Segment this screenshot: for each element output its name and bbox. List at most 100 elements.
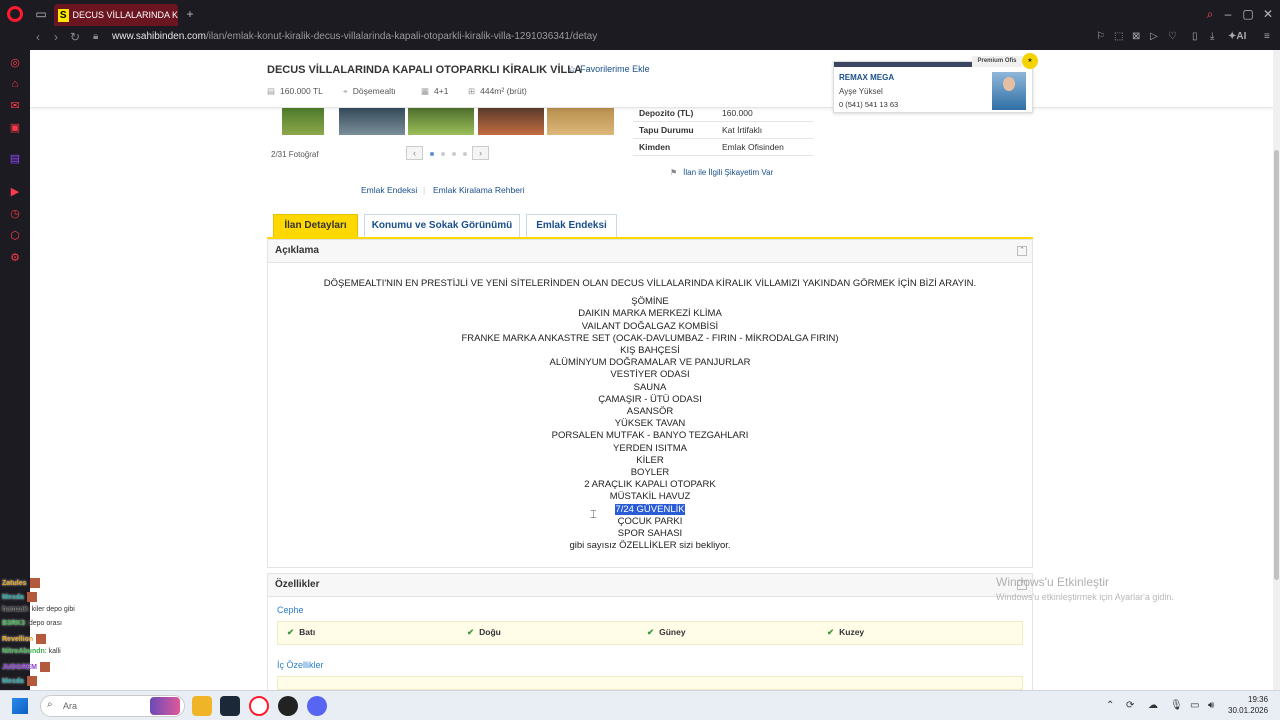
tray-cloud-icon[interactable]: ☁ xyxy=(1148,700,1158,711)
agent-phone[interactable]: 0 (541) 541 13 63 xyxy=(839,100,898,109)
tab-title: DECUS VİLLALARINDA KAPALI xyxy=(72,10,178,20)
detail-divider xyxy=(633,155,813,156)
gallery-dot[interactable] xyxy=(452,152,456,156)
microphone-icon[interactable]: 🎙︎ xyxy=(1170,700,1183,711)
reload-icon[interactable]: ↻ xyxy=(70,30,80,44)
description-line: KIŞ BAHÇESİ xyxy=(268,345,1032,357)
chat-emote-icon xyxy=(29,578,40,588)
gallery-thumbnail[interactable] xyxy=(408,108,474,135)
settings-gear-icon[interactable]: ⚙ xyxy=(8,251,22,265)
tab-islands-icon[interactable]: ▭ xyxy=(33,6,49,22)
close-icon[interactable]: ✕ xyxy=(1260,6,1276,22)
scrollbar-thumb[interactable] xyxy=(1274,150,1279,580)
windows-start-icon[interactable] xyxy=(12,698,28,714)
chat-text: : depo orası xyxy=(24,620,62,627)
description-line: SAUNA xyxy=(268,382,1032,394)
discord-icon[interactable] xyxy=(307,696,327,716)
description-header: Açıklama ⌃ xyxy=(268,240,1032,263)
tab-konum[interactable]: Konumu ve Sokak Görünümü xyxy=(364,214,520,238)
instagram-icon[interactable]: ▣ xyxy=(8,121,22,135)
bookmark-icon[interactable]: ⚐ xyxy=(1096,31,1105,42)
description-line-text: ŞÖMİNE xyxy=(631,296,669,308)
tab-ilan-detaylari[interactable]: İlan Detayları xyxy=(273,214,358,238)
extensions-icon[interactable]: ⬡ xyxy=(8,229,22,243)
kiralama-rehberi-link[interactable]: Emlak Kiralama Rehberi xyxy=(433,185,525,195)
new-tab-button[interactable]: + xyxy=(182,6,198,22)
gallery-thumbnail[interactable] xyxy=(547,108,614,135)
history-icon[interactable]: ◷ xyxy=(8,207,22,221)
maximize-button[interactable]: ▢ xyxy=(1240,6,1256,22)
collapse-icon[interactable]: ⌃ xyxy=(1017,246,1027,256)
description-line: YERDEN ISITMA xyxy=(268,443,1032,455)
snapshot-icon[interactable]: ⬚ xyxy=(1114,31,1123,42)
opera-taskbar-icon[interactable] xyxy=(249,696,269,716)
player-sidebar-icon[interactable]: ▶ xyxy=(8,185,22,199)
gallery-dot[interactable] xyxy=(463,152,467,156)
sahibinden-favicon-icon: S xyxy=(58,8,69,22)
agent-card-bar xyxy=(834,62,972,67)
description-line: ÇOCUK PARKI xyxy=(268,516,1032,528)
tray-app-icon[interactable]: ⟳ xyxy=(1126,700,1134,711)
opera-logo-icon[interactable] xyxy=(7,6,23,22)
location-value: Döşemealtı xyxy=(352,86,396,96)
chat-username: NitroAbundn xyxy=(2,648,45,655)
favorite-label: Favorilerime Ekle xyxy=(580,64,650,74)
tray-chevron-icon[interactable]: ⌃ xyxy=(1106,700,1114,711)
gallery-prev-button[interactable]: ‹ xyxy=(406,146,423,160)
gallery-dot[interactable] xyxy=(430,152,434,156)
obs-icon[interactable] xyxy=(278,696,298,716)
description-line-text: ÇAMAŞIR - ÜTÜ ODASI xyxy=(598,393,702,405)
agent-name: Ayşe Yüksel xyxy=(839,87,883,96)
chat-username: B3RK3 xyxy=(2,620,25,627)
twitch-icon[interactable]: ▤ xyxy=(8,152,22,166)
search-icon[interactable]: ⌕ xyxy=(1202,6,1218,22)
url-field[interactable]: www.sahibinden.com/ilan/emlak-konut-kira… xyxy=(112,31,597,42)
shopping-icon[interactable]: ⌂ xyxy=(8,77,22,91)
browser-tab-bar: ▭ S DECUS VİLLALARINDA KAPALI + ⌕ – ▢ ✕ xyxy=(0,0,1280,28)
wallet-icon[interactable]: ▯ xyxy=(1192,31,1198,42)
file-explorer-icon[interactable] xyxy=(192,696,212,716)
heart-icon[interactable]: ♡ xyxy=(1168,31,1177,42)
location-meta: ⌖ Döşemealtı xyxy=(343,86,396,97)
windows-activation-title: Windows'u Etkinleştir xyxy=(996,575,1109,589)
description-line-text: PORSALEN MUTFAK - BANYO TEZGAHLARI xyxy=(551,430,749,442)
url-path: /ilan/emlak-konut-kiralik-decus-villalar… xyxy=(205,31,598,42)
download-icon[interactable]: ⤓ xyxy=(1210,31,1214,42)
windows-taskbar: Ara ⌕ ⌃ ⟳ ☁ 🎙︎ ▭ 🔊︎ 19:36 30.01.2026 xyxy=(0,690,1280,720)
check-icon: ✔ xyxy=(287,627,295,637)
report-listing-link[interactable]: ⚑ İlan ile İlgili Şikayetim Var xyxy=(670,168,773,177)
aria-icon[interactable]: ◎ xyxy=(8,56,22,70)
speaker-icon[interactable]: 🔊︎ xyxy=(1208,700,1214,711)
back-icon[interactable]: ‹ xyxy=(36,30,40,44)
tab-emlak-endeksi[interactable]: Emlak Endeksi xyxy=(526,214,617,238)
chat-message: hamzak: kiler depo gibi xyxy=(2,606,75,613)
price-tag-icon: ▤ xyxy=(267,86,276,96)
player-icon[interactable]: ▷ xyxy=(1150,31,1158,42)
forward-icon[interactable]: › xyxy=(54,30,58,44)
browser-tab-active[interactable]: S DECUS VİLLALARINDA KAPALI xyxy=(54,4,178,26)
description-line: VAILANT DOĞALGAZ KOMBİSİ xyxy=(268,321,1032,333)
gallery-thumbnail[interactable] xyxy=(478,108,544,135)
emlak-endeksi-link[interactable]: Emlak Endeksi xyxy=(361,185,417,195)
gallery-next-button[interactable]: › xyxy=(472,146,489,160)
feature-label: Kuzey xyxy=(839,627,865,637)
agent-card[interactable]: Premium Ofis ★ REMAX MEGA Ayşe Yüksel 0 … xyxy=(833,53,1038,113)
chat-emote-icon xyxy=(26,592,37,602)
widget-image[interactable] xyxy=(150,697,180,715)
gallery-thumbnail[interactable] xyxy=(339,108,405,135)
menu-icon[interactable]: ≡ xyxy=(1264,31,1270,42)
minimize-button[interactable]: – xyxy=(1220,6,1236,22)
aria-ai-icon[interactable]: ✦AI xyxy=(1228,31,1246,42)
add-favorite-button[interactable]: ☆ Favorilerime Ekle xyxy=(568,64,650,75)
gallery-thumbnail[interactable] xyxy=(282,108,324,135)
agent-office[interactable]: REMAX MEGA xyxy=(839,73,894,82)
messenger-icon[interactable]: ✉ xyxy=(8,99,22,113)
taskbar-clock[interactable]: 19:36 30.01.2026 xyxy=(1228,694,1268,716)
star-icon: ☆ xyxy=(568,64,577,74)
display-icon[interactable]: ▭ xyxy=(1190,700,1199,711)
gallery-dot[interactable] xyxy=(441,152,445,156)
steam-icon[interactable] xyxy=(220,696,240,716)
chat-emote-icon xyxy=(36,634,47,644)
adblock-icon[interactable]: ⊠ xyxy=(1132,31,1140,42)
price-value: 160.000 TL xyxy=(280,86,323,96)
